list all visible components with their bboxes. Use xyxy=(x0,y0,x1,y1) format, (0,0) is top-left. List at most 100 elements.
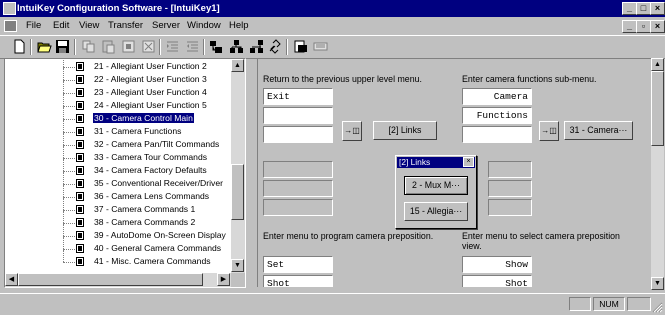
keyboard-icon[interactable] xyxy=(313,39,328,54)
tree-item[interactable]: 24 - Allegiant User Function 5 xyxy=(5,94,231,112)
popup-link-item-2[interactable]: 15 - Allegia··· xyxy=(404,202,468,221)
menu-server[interactable]: Server xyxy=(152,20,180,31)
tree-item[interactable]: 37 - Camera Commands 1 xyxy=(5,198,231,216)
open-icon[interactable] xyxy=(37,39,52,54)
left-label-field-1[interactable]: Exit xyxy=(263,88,333,105)
tree-item[interactable]: 23 - Allegiant User Function 4 xyxy=(5,81,231,99)
scroll-up-arrow-icon[interactable]: ▲ xyxy=(231,59,244,72)
menu-page-icon xyxy=(76,62,84,71)
scroll-thumb[interactable] xyxy=(231,164,244,220)
tree-add-icon[interactable] xyxy=(209,39,224,54)
tree-item[interactable]: 39 - AutoDome On-Screen Display xyxy=(5,224,231,242)
right-bottom-field-1[interactable]: Show xyxy=(462,256,532,273)
left-bottom-field-2[interactable]: Shot xyxy=(263,275,333,287)
minimize-button[interactable]: _ xyxy=(622,2,637,15)
menu-page-icon xyxy=(76,205,84,214)
resize-grip-icon[interactable] xyxy=(652,302,663,313)
menu-help[interactable]: Help xyxy=(229,20,249,31)
tree-item-label: 31 - Camera Functions xyxy=(94,126,182,136)
mdi-restore-button[interactable]: ▫ xyxy=(636,20,651,33)
print-icon[interactable] xyxy=(293,39,308,54)
popup-link-item-1[interactable]: 2 - Mux M··· xyxy=(404,176,468,195)
tree-item[interactable]: 41 - Misc. Camera Commands xyxy=(5,250,231,268)
menu-page-icon xyxy=(76,153,84,162)
tree-item[interactable]: 35 - Conventional Receiver/Driver xyxy=(5,172,231,190)
clear-icon[interactable] xyxy=(141,39,156,54)
menu-bar: File Edit View Transfer Server Window He… xyxy=(0,17,665,34)
outdent-icon[interactable] xyxy=(185,39,200,54)
window-title: IntuiKey Configuration Software - [Intui… xyxy=(17,3,220,14)
mdi-minimize-button[interactable]: _ xyxy=(622,20,637,33)
tree-item[interactable]: 33 - Camera Tour Commands xyxy=(5,146,231,164)
editor-vertical-scrollbar[interactable]: ▲ ▼ xyxy=(651,58,664,290)
left-empty-field-3 xyxy=(263,199,333,216)
left-label-field-2[interactable] xyxy=(263,107,333,124)
tree-item[interactable]: 22 - Allegiant User Function 3 xyxy=(5,68,231,86)
menu-page-icon xyxy=(76,231,84,240)
editor-scroll-thumb[interactable] xyxy=(651,71,664,146)
tree-item-label: 23 - Allegiant User Function 4 xyxy=(94,87,207,97)
mdi-close-button[interactable]: × xyxy=(650,20,665,33)
indent-icon[interactable] xyxy=(165,39,180,54)
link-arrow-icon-right[interactable]: →◫ xyxy=(539,121,559,141)
camera-functions-link-button[interactable]: 31 - Camera··· xyxy=(564,121,633,140)
tree-connector xyxy=(63,68,64,80)
right-label-field-3[interactable] xyxy=(462,126,532,143)
link-icon[interactable] xyxy=(268,39,283,54)
scroll-down-arrow-icon[interactable]: ▼ xyxy=(231,259,244,272)
tree-insert-icon[interactable] xyxy=(229,39,244,54)
menu-edit[interactable]: Edit xyxy=(53,20,69,31)
right-label-field-1[interactable]: Camera xyxy=(462,88,532,105)
right-description-bottom-line1: Enter menu to select camera preposition xyxy=(462,231,620,241)
links-button[interactable]: [2] Links xyxy=(373,121,437,140)
tree-connector xyxy=(63,146,64,158)
right-description-top: Enter camera functions sub-menu. xyxy=(462,74,597,84)
close-button[interactable]: × xyxy=(650,2,665,15)
editor-scroll-down-arrow-icon[interactable]: ▼ xyxy=(651,277,664,290)
hscroll-thumb[interactable] xyxy=(18,273,203,286)
tree-item[interactable]: 34 - Camera Factory Defaults xyxy=(5,159,231,177)
right-label-field-2[interactable]: Functions xyxy=(462,107,532,124)
tree-item-label: 34 - Camera Factory Defaults xyxy=(94,165,207,175)
popup-close-icon[interactable]: × xyxy=(463,157,474,167)
tree-item[interactable]: 30 - Camera Control Main xyxy=(5,107,231,125)
menu-window[interactable]: Window xyxy=(187,20,221,31)
left-label-field-3[interactable] xyxy=(263,126,333,143)
right-bottom-field-2[interactable]: Shot xyxy=(462,275,532,287)
app-icon[interactable] xyxy=(3,2,16,15)
link-arrow-icon[interactable]: →◫ xyxy=(342,121,362,141)
tree-item[interactable]: 21 - Allegiant User Function 2 xyxy=(5,59,231,73)
tree-item[interactable]: 36 - Camera Lens Commands xyxy=(5,185,231,203)
scroll-left-arrow-icon[interactable]: ◀ xyxy=(5,273,18,286)
menu-page-icon xyxy=(76,179,84,188)
menu-tree[interactable]: 21 - Allegiant User Function 2 22 - Alleg… xyxy=(4,58,246,288)
cut-icon[interactable] xyxy=(121,39,136,54)
editor-scroll-up-arrow-icon[interactable]: ▲ xyxy=(651,58,664,71)
maximize-button[interactable]: □ xyxy=(636,2,651,15)
tree-item[interactable]: 32 - Camera Pan/Tilt Commands xyxy=(5,133,231,151)
menu-transfer[interactable]: Transfer xyxy=(108,20,143,31)
tree-vertical-scrollbar[interactable]: ▲ ▼ xyxy=(231,59,245,273)
paste-icon[interactable] xyxy=(101,39,116,54)
copy-icon[interactable] xyxy=(81,39,96,54)
tree-item-label: 21 - Allegiant User Function 2 xyxy=(94,61,207,71)
menu-page-icon xyxy=(76,75,84,84)
tree-item[interactable]: 38 - Camera Commands 2 xyxy=(5,211,231,229)
right-empty-field-1 xyxy=(488,161,532,178)
new-icon[interactable] xyxy=(12,39,27,54)
tree-item[interactable]: 31 - Camera Functions xyxy=(5,120,231,138)
document-icon[interactable] xyxy=(4,20,17,32)
status-bar: NUM xyxy=(0,293,665,315)
menu-file[interactable]: File xyxy=(26,20,41,31)
menu-page-icon xyxy=(76,244,84,253)
tree-horizontal-scrollbar[interactable]: ◀ ▶ xyxy=(5,273,231,287)
save-icon[interactable] xyxy=(55,39,70,54)
left-bottom-field-1[interactable]: Set xyxy=(263,256,333,273)
menu-view[interactable]: View xyxy=(79,20,99,31)
tree-move-icon[interactable] xyxy=(249,39,264,54)
menu-page-icon xyxy=(76,127,84,136)
right-description-bottom-line2: view. xyxy=(462,241,482,251)
tree-item[interactable]: 40 - General Camera Commands xyxy=(5,237,231,255)
menu-page-icon xyxy=(76,166,84,175)
scroll-right-arrow-icon[interactable]: ▶ xyxy=(217,273,230,286)
